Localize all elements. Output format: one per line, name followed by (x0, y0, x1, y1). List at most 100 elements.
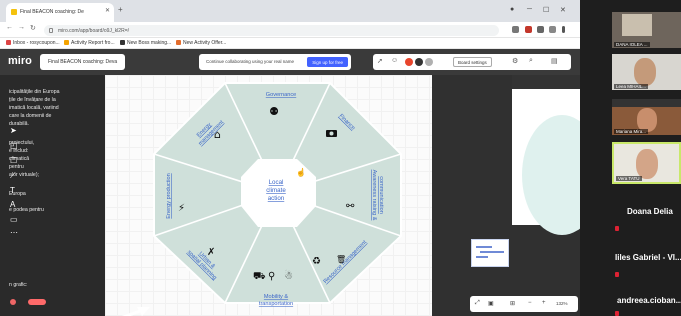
side-text: imatică locală, variind (9, 105, 59, 111)
card-shape (522, 115, 580, 235)
center-label-2: climate (266, 187, 286, 194)
participant-video[interactable]: Leea MIHAIL... (612, 54, 681, 90)
arrow-shape[interactable] (95, 303, 153, 316)
miro-board[interactable]: miro Final BEACON coaching: Deva Continu… (0, 49, 580, 316)
board-name[interactable]: Final BEACON coaching: Deva (40, 54, 126, 70)
bookmarks-bar: Inbox - rosycoupon... Activity Report fr… (0, 38, 580, 49)
cursor-icon[interactable]: ➚ (377, 57, 383, 65)
close-window-icon[interactable]: ✕ (560, 6, 566, 14)
close-tab-icon[interactable]: ✕ (105, 7, 110, 14)
text-tool-icon[interactable]: T (10, 186, 15, 195)
maximize-icon[interactable]: ☐ (543, 6, 549, 14)
zoom-in-icon[interactable]: + (542, 300, 546, 306)
sector-label-governance: Governance (266, 92, 296, 98)
extension-icon[interactable] (537, 26, 544, 33)
miro-top-bar: miro Final BEACON coaching: Deva Continu… (0, 49, 580, 75)
card-header (512, 75, 580, 89)
muted-mic-icon (615, 311, 619, 316)
frames-icon[interactable]: ⊞ (510, 300, 515, 307)
sector-label-mobility-1: Mobility & (264, 294, 289, 300)
shape-tool-icon[interactable]: ☐ (10, 156, 17, 165)
miro-logo[interactable]: miro (8, 55, 32, 67)
extension-icon[interactable] (549, 26, 556, 33)
settings-icon[interactable]: ⚙ (512, 57, 518, 65)
bookmark-item[interactable]: Activity Report fro... (64, 40, 115, 46)
miro-favicon-icon (11, 9, 17, 15)
network-icon: ⚯ (346, 201, 355, 212)
participant-name-tag: DANA IOLEA ... (614, 42, 650, 47)
minimize-icon[interactable]: ─ (527, 6, 532, 13)
bike-icon: ⚲ (268, 271, 275, 282)
bookmark-item[interactable]: New Activity Offer... (176, 40, 226, 46)
avatar[interactable] (415, 58, 423, 66)
participant-name-tag: Leea MIHAIL... (614, 84, 649, 89)
sticky-note-icon[interactable]: ◰ (10, 141, 18, 150)
sector-label-awareness-1: Awareness raising & (371, 170, 377, 221)
more-tools-icon[interactable]: ⋯ (10, 228, 18, 237)
sector-label-awareness-2: communication (378, 176, 384, 214)
participant-video[interactable]: DANA IOLEA ... (612, 12, 681, 48)
participant-name-tag: Mariana Mira... (614, 129, 649, 134)
search-icon[interactable]: ⌕ (529, 57, 533, 65)
cursor-avatar (10, 299, 16, 305)
back-icon[interactable]: ← (6, 24, 13, 31)
profile-icon[interactable]: ● (510, 6, 514, 13)
hand-cursor-icon: ☝ (296, 167, 306, 177)
browser-tab[interactable]: Final BEACON coaching: De ✕ (6, 3, 114, 22)
participant-video-active[interactable]: Vera TATU (612, 142, 681, 184)
menu-icon[interactable] (562, 26, 565, 33)
board-settings-button[interactable]: Board settings (453, 57, 492, 67)
participant-name: Doana Delia (627, 207, 673, 216)
walk-icon: ☃ (284, 269, 293, 282)
center-label-3: action (268, 195, 285, 202)
zoom-controls: ⤢ ▣ ⊞ − + 132% (470, 296, 578, 312)
bookmark-item[interactable]: New Boss making... (120, 40, 171, 46)
new-tab-icon[interactable]: + (118, 5, 123, 14)
zoom-level[interactable]: 132% (556, 301, 568, 306)
board-card (512, 75, 580, 235)
lock-icon (49, 28, 53, 33)
bin-icon: 🗑 (336, 255, 346, 264)
sticky-note[interactable] (471, 239, 509, 267)
side-text: țile de învățare de la (9, 97, 56, 103)
participant-video[interactable]: Mariana Mira... (612, 99, 681, 135)
climate-octagon[interactable]: Local climate action ☝ Governance Financ… (150, 79, 405, 307)
avatar[interactable] (405, 58, 413, 66)
avatar[interactable] (425, 58, 433, 66)
forward-icon[interactable]: → (18, 24, 25, 31)
address-bar[interactable]: miro.com/app/board/o9J_kl2R=/ (44, 25, 499, 36)
star-icon[interactable] (512, 26, 519, 33)
participant-name: Iiles Gabriel - VI... (615, 253, 681, 262)
side-text: n grafic: (9, 282, 28, 288)
planning-icon: ✗ (207, 247, 215, 258)
notes-icon[interactable]: ▤ (551, 57, 558, 65)
sign-up-button[interactable]: Sign up for free (307, 57, 348, 67)
left-toolbar: ➤ ◰ ☐ ⟋ T A ▭ ⋯ (6, 124, 22, 239)
reaction-icon[interactable]: ☺ (391, 57, 398, 64)
sector-label-mobility-2: transportation (259, 301, 293, 307)
comment-tool-icon[interactable]: ▭ (10, 215, 18, 224)
people-icon: ⚉ (269, 105, 279, 118)
extension-icon[interactable] (525, 26, 532, 33)
fit-screen-icon[interactable]: ⤢ (475, 300, 480, 307)
participant-name: andreea.cioban... (617, 296, 681, 305)
pen-tool-icon[interactable]: ⟋ (10, 171, 16, 181)
car-icon: ⛟ (253, 271, 266, 282)
select-tool-icon[interactable]: ➤ (10, 126, 17, 135)
muted-mic-icon (615, 272, 619, 277)
side-text: care la domenii de (9, 113, 52, 119)
browser-tab-bar: Final BEACON coaching: De ✕ + ● ─ ☐ ✕ (0, 0, 580, 22)
board-controls: ➚ ☺ Board settings ⚙ ⌕ ▤ (373, 54, 571, 70)
bookmark-item[interactable]: Inbox - rosycoupon... (6, 40, 60, 46)
participant-name-tag: Vera TATU (616, 176, 642, 181)
zoom-out-icon[interactable]: − (528, 300, 532, 306)
side-text: icipalitățile din Europa (9, 89, 60, 95)
reload-icon[interactable]: ↻ (30, 24, 36, 32)
url-text: miro.com/app/board/o9J_kl2R=/ (58, 28, 130, 34)
map-icon[interactable]: ▣ (488, 300, 494, 307)
collab-banner: Continue collaborating using your real n… (199, 54, 351, 70)
user-badge (28, 299, 46, 305)
house-icon: ⌂ (214, 128, 221, 141)
recycle-icon: ♻ (312, 256, 321, 267)
font-tool-icon[interactable]: A (10, 200, 15, 209)
